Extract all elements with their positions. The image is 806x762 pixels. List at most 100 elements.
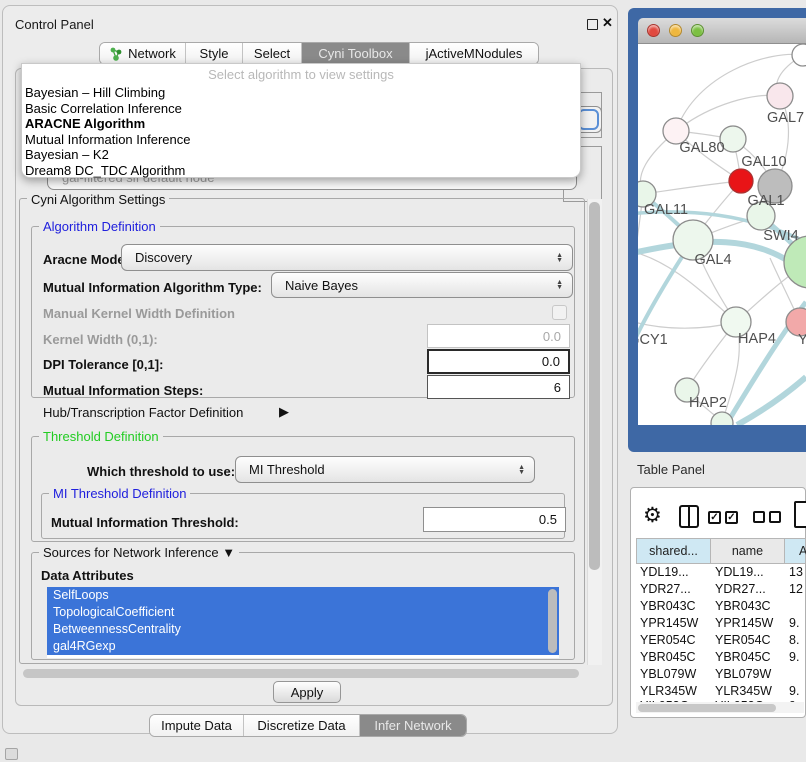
tab-jactivemnodules[interactable]: jActiveMNodules: [410, 43, 538, 64]
combo-arrows-icon: ▲▼: [518, 465, 525, 475]
control-panel-window: Control Panel ✕ Network Style Select Cyn…: [2, 5, 618, 734]
tab-cyni-toolbox[interactable]: Cyni Toolbox: [302, 43, 410, 64]
vertical-scrollbar-thumb[interactable]: [589, 202, 600, 570]
node-partial[interactable]: [711, 412, 733, 425]
mi-threshold-field[interactable]: 0.5: [423, 507, 566, 532]
mi-threshold-label: Mutual Information Threshold:: [51, 515, 239, 530]
settings-group-title: Cyni Algorithm Settings: [27, 192, 169, 207]
combo-focus-ring: [578, 109, 599, 130]
table-row[interactable]: YER054CYER054C8.: [636, 632, 806, 649]
dpi-tolerance-label: DPI Tolerance [0,1]:: [43, 357, 163, 372]
panel-title: Control Panel: [15, 17, 94, 32]
table-hscrollbar-thumb[interactable]: [638, 704, 776, 712]
node-gal7[interactable]: [767, 83, 793, 109]
document-icon[interactable]: [794, 501, 806, 528]
table-row[interactable]: YBL079WYBL079W: [636, 666, 806, 683]
dropdown-item[interactable]: Dream8 DC_TDC Algorithm: [22, 163, 580, 179]
aracne-mode-value: Discovery: [122, 250, 556, 265]
aracne-mode-combo[interactable]: Discovery ▲▼: [121, 244, 573, 271]
dropdown-item[interactable]: Bayesian – Hill Climbing: [22, 85, 580, 101]
which-threshold-label: Which threshold to use:: [87, 464, 235, 479]
threshold-definition-title: Threshold Definition: [39, 429, 163, 444]
combo-arrows-icon: ▲▼: [556, 280, 563, 290]
mi-threshold-group-title: MI Threshold Definition: [49, 486, 190, 501]
column-header-shared[interactable]: shared...: [636, 538, 711, 564]
node[interactable]: [792, 44, 806, 66]
tab-select[interactable]: Select: [243, 43, 302, 64]
algorithm-definition-title: Algorithm Definition: [39, 219, 160, 234]
zoom-traffic-light[interactable]: [691, 24, 704, 37]
horizontal-scrollbar[interactable]: [23, 669, 579, 678]
node-label: GAL10: [741, 154, 786, 170]
corner-widget-icon[interactable]: [5, 748, 18, 760]
tab-label: Network: [128, 46, 176, 61]
columns-icon[interactable]: [679, 505, 699, 528]
tab-style[interactable]: Style: [186, 43, 243, 64]
list-item[interactable]: TopologicalCoefficient: [47, 604, 559, 621]
kernel-width-field[interactable]: 0.0: [427, 324, 570, 348]
mi-type-combo[interactable]: Naive Bayes ▲▼: [271, 272, 573, 298]
float-window-icon[interactable]: [587, 19, 598, 30]
list-item[interactable]: SelfLoops: [47, 587, 559, 604]
node-label: GAL80: [679, 140, 724, 156]
network-window-titlebar[interactable]: [638, 18, 806, 44]
minimize-traffic-light[interactable]: [669, 24, 682, 37]
list-item[interactable]: gal4RGexp: [47, 638, 559, 655]
apply-button[interactable]: Apply: [273, 681, 341, 703]
network-icon: [109, 47, 123, 61]
node-gal1[interactable]: [729, 169, 753, 193]
unchecked-checkbox-icon[interactable]: [769, 511, 781, 523]
dropdown-item[interactable]: Basic Correlation Inference: [22, 101, 580, 117]
checked-checkbox-icon[interactable]: ✓: [725, 511, 738, 524]
dropdown-item[interactable]: Mutual Information Inference: [22, 132, 580, 148]
node-label: GAL1: [747, 193, 784, 209]
table-row[interactable]: YBR045CYBR045C9.: [636, 649, 806, 666]
data-attributes-label: Data Attributes: [41, 568, 134, 583]
list-item[interactable]: BetweennessCentrality: [47, 621, 559, 638]
tab-impute-data[interactable]: Impute Data: [150, 715, 244, 736]
checked-checkbox-icon[interactable]: ✓: [708, 511, 721, 524]
close-traffic-light[interactable]: [647, 24, 660, 37]
table-row[interactable]: YBR043CYBR043C: [636, 598, 806, 615]
cyni-bottom-tabs: Impute Data Discretize Data Infer Networ…: [149, 714, 467, 737]
node-label: GAL7: [767, 110, 804, 126]
close-icon[interactable]: ✕: [602, 15, 613, 31]
table-header: shared... name A: [636, 538, 806, 564]
gear-icon[interactable]: ⚙: [643, 503, 662, 528]
mi-steps-field[interactable]: 6: [427, 375, 570, 399]
kernel-width-label: Kernel Width (0,1):: [43, 332, 158, 347]
table-row[interactable]: YDL19...YDL19...13: [636, 564, 806, 581]
table-row[interactable]: YDR27...YDR27...12: [636, 581, 806, 598]
unchecked-checkbox-icon[interactable]: [753, 511, 765, 523]
dropdown-item[interactable]: Bayesian – K2: [22, 147, 580, 163]
control-panel-tabs: Network Style Select Cyni Toolbox jActiv…: [99, 42, 539, 65]
dropdown-prompt: Select algorithm to view settings: [22, 64, 580, 85]
manual-kernel-label: Manual Kernel Width Definition: [43, 306, 235, 321]
network-node-labels: GAL7 GAL80 GAL10 GAL1 SWI4 GAL11 GAL4 GC…: [638, 110, 806, 411]
node-label: GAL4: [694, 252, 731, 268]
table-row[interactable]: YPR145WYPR145W9.: [636, 615, 806, 632]
which-threshold-combo[interactable]: MI Threshold ▲▼: [235, 456, 535, 483]
column-header-name[interactable]: name: [711, 538, 785, 564]
node-label: HAP2: [689, 395, 727, 411]
which-threshold-value: MI Threshold: [236, 462, 518, 477]
expand-arrow-icon[interactable]: ▶: [279, 404, 289, 420]
dpi-tolerance-field[interactable]: 0.0: [427, 349, 570, 374]
mi-type-value: Naive Bayes: [272, 278, 556, 293]
manual-kernel-checkbox[interactable]: [552, 305, 567, 320]
node-label: SWI4: [763, 228, 798, 244]
network-canvas[interactable]: GAL7 GAL80 GAL10 GAL1 SWI4 GAL11 GAL4 GC…: [638, 44, 806, 425]
dropdown-item-selected[interactable]: ARACNE Algorithm: [22, 116, 580, 132]
algorithm-dropdown-popup: Select algorithm to view settings Bayesi…: [21, 63, 581, 178]
list-scrollbar[interactable]: [548, 589, 557, 653]
tab-infer-network[interactable]: Infer Network: [360, 715, 466, 736]
node-label: GCY1: [638, 332, 668, 348]
data-attributes-list: SelfLoops TopologicalCoefficient Between…: [47, 587, 559, 658]
sources-group-title[interactable]: Sources for Network Inference ▼: [39, 545, 239, 560]
tab-network[interactable]: Network: [100, 43, 186, 64]
tab-discretize-data[interactable]: Discretize Data: [244, 715, 360, 736]
combo-arrows-icon: ▲▼: [556, 253, 563, 263]
mi-type-label: Mutual Information Algorithm Type:: [43, 280, 262, 295]
mi-steps-label: Mutual Information Steps:: [43, 383, 203, 398]
column-header-partial[interactable]: A: [785, 538, 806, 564]
